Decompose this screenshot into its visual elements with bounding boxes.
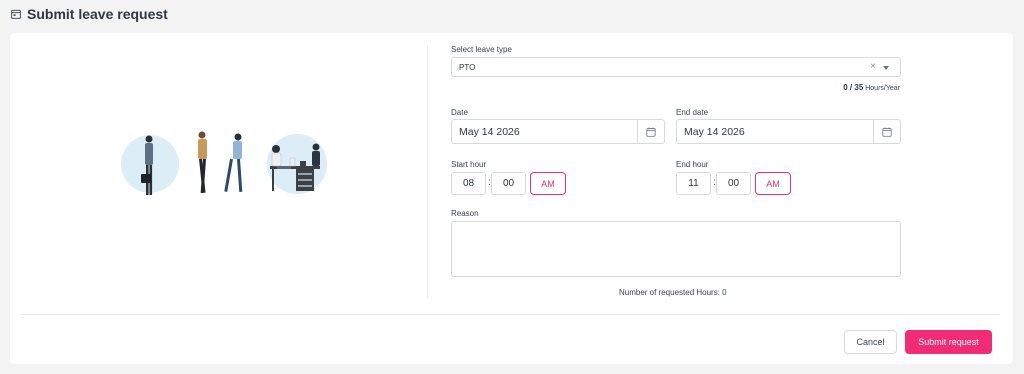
leave-type-label: Select leave type <box>451 45 512 54</box>
end-minute-value: 00 <box>727 178 740 189</box>
leave-quota: 0 / 35 Hours/Year <box>843 83 900 92</box>
page-title: Submit leave request <box>27 6 168 22</box>
chevron-down-icon[interactable] <box>883 66 889 70</box>
end-hour-value: 11 <box>688 178 699 189</box>
horizontal-divider <box>20 314 1000 315</box>
date-label: Date <box>451 108 468 117</box>
date-input[interactable]: May 14 2026 <box>451 119 665 144</box>
cancel-button[interactable]: Cancel <box>844 330 897 354</box>
leave-type-select[interactable]: PTO × <box>451 57 901 77</box>
end-date-input[interactable]: May 14 2026 <box>676 119 901 144</box>
quota-unit: Hours/Year <box>865 85 900 92</box>
reason-label: Reason <box>451 209 479 218</box>
page-header: Submit leave request <box>11 5 168 23</box>
end-date-label: End date <box>676 108 709 117</box>
start-minute-input[interactable]: 00 <box>491 172 526 195</box>
calendar-icon[interactable] <box>637 120 664 143</box>
vertical-divider <box>427 45 428 298</box>
start-hour-value: 08 <box>462 178 475 189</box>
start-hour-label: Start hour <box>451 160 487 169</box>
date-value: May 14 2026 <box>459 126 520 138</box>
reason-textarea[interactable] <box>451 221 901 277</box>
leave-type-value: PTO <box>459 63 476 72</box>
end-am-pm-toggle[interactable]: AM <box>755 172 791 195</box>
submit-request-button[interactable]: Submit request <box>905 330 992 354</box>
end-hour-input[interactable]: 11 <box>676 172 711 195</box>
calendar-icon <box>11 9 21 19</box>
clear-icon[interactable]: × <box>870 61 876 72</box>
calendar-icon[interactable] <box>873 120 900 143</box>
end-hour-label: End hour <box>676 160 709 169</box>
people-illustration <box>121 131 327 195</box>
start-hour-input[interactable]: 08 <box>451 172 486 195</box>
start-minute-value: 00 <box>502 178 515 189</box>
quota-total: 35 <box>854 83 864 92</box>
requested-hours: Number of requested Hours: 0 <box>619 288 727 297</box>
end-minute-input[interactable]: 00 <box>716 172 751 195</box>
end-date-value: May 14 2026 <box>684 126 745 138</box>
start-am-pm-toggle[interactable]: AM <box>530 172 566 195</box>
